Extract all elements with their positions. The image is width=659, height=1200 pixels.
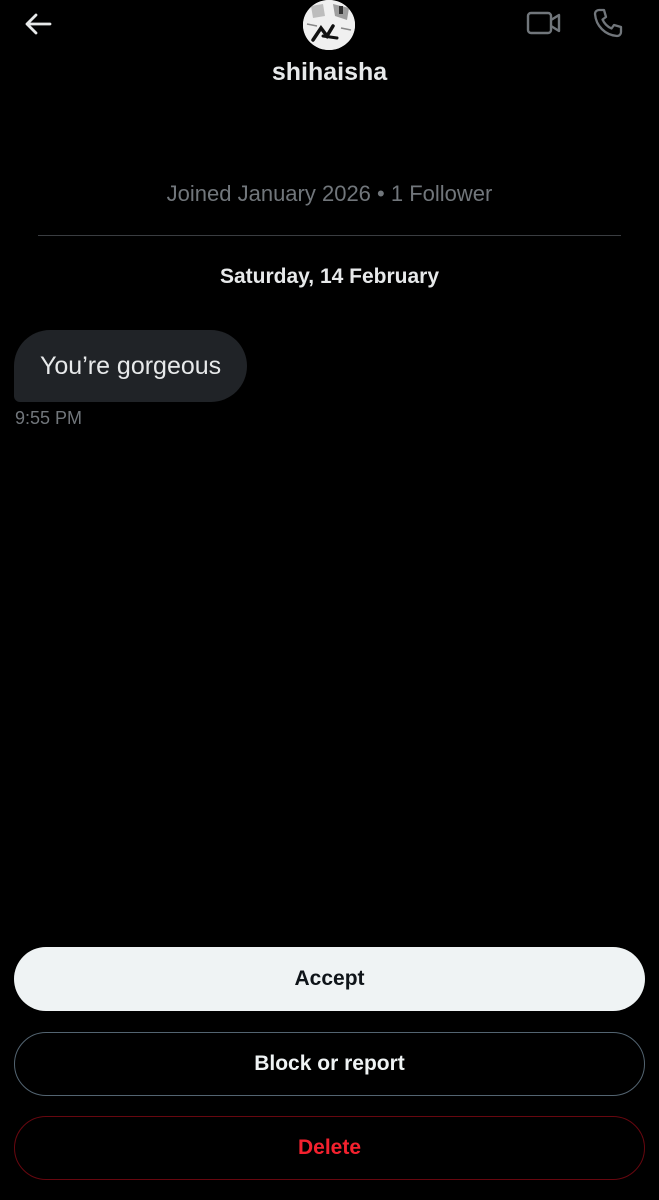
- date-header: Saturday, 14 February: [219, 265, 440, 288]
- accept-button[interactable]: Accept: [14, 947, 645, 1011]
- delete-label: Delete: [297, 1136, 362, 1159]
- message-bubble[interactable]: You’re gorgeous: [14, 330, 248, 402]
- video-camera-icon: [526, 11, 561, 35]
- message-text: You’re gorgeous: [40, 351, 222, 380]
- divider: [38, 235, 621, 236]
- message-timestamp: 9:55 PM: [15, 408, 83, 428]
- accept-label: Accept: [294, 967, 365, 990]
- display-name[interactable]: shihaisha: [0, 58, 659, 87]
- dm-request-screen: shihaisha Joined January 2026 • 1 Follow…: [0, 0, 659, 1200]
- block-or-report-button[interactable]: Block or report: [14, 1032, 645, 1096]
- avatar-image: [303, 0, 355, 50]
- arrow-left-icon: [25, 13, 52, 35]
- delete-button[interactable]: Delete: [14, 1116, 645, 1180]
- profile-meta: Joined January 2026 • 1 Follower: [166, 181, 493, 206]
- block-label: Block or report: [254, 1052, 405, 1075]
- voice-call-button[interactable]: [588, 4, 628, 42]
- video-call-button[interactable]: [524, 6, 564, 40]
- phone-icon: [593, 8, 623, 38]
- avatar[interactable]: [303, 0, 355, 50]
- back-button[interactable]: [18, 6, 58, 42]
